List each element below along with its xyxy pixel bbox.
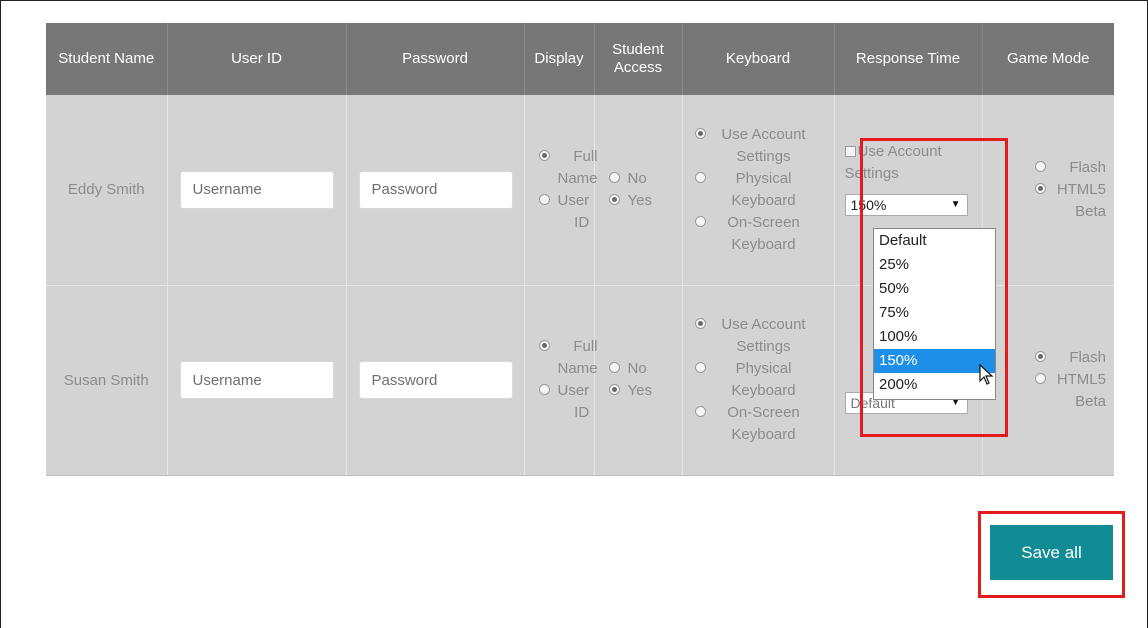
display-option-user-id[interactable]: User ID <box>538 380 590 424</box>
option-label: Physical Keyboard <box>731 360 796 399</box>
radio-button[interactable] <box>694 127 706 139</box>
use-account-checkbox[interactable] <box>844 146 856 157</box>
student-name: Susan Smith <box>46 285 168 476</box>
radio-button[interactable] <box>538 340 550 351</box>
header-user-id: User ID <box>167 23 347 95</box>
mouse-pointer-icon <box>979 363 995 391</box>
radio-button[interactable] <box>1035 351 1046 362</box>
response-time-dropdown-list: Default 25% 50% 75% 100% 150% 200% <box>873 228 996 400</box>
option-label: Flash <box>1069 349 1106 366</box>
radio-button[interactable] <box>538 384 550 395</box>
radio-button[interactable] <box>608 384 620 395</box>
radio-button[interactable] <box>694 215 706 227</box>
dropdown-option-75[interactable]: 75% <box>874 301 995 325</box>
header-password: Password <box>346 23 525 95</box>
radio-button[interactable] <box>608 193 620 205</box>
keyboard-option-physical[interactable]: Physical Keyboard <box>694 168 834 212</box>
student-name: Eddy Smith <box>46 95 168 286</box>
option-label: HTML5 Beta <box>1056 180 1106 220</box>
keyboard-option-onscreen[interactable]: On-Screen Keyboard <box>694 402 834 446</box>
display-option-full-name[interactable]: Full Name <box>538 146 598 190</box>
header-response-time: Response Time <box>834 23 983 95</box>
display-option-user-id[interactable]: User ID <box>538 190 590 234</box>
option-label: Yes <box>627 382 652 399</box>
dropdown-option-50[interactable]: 50% <box>874 277 995 301</box>
radio-button[interactable] <box>694 318 706 329</box>
option-label: HTML5 Beta <box>1056 371 1106 410</box>
option-label: User ID <box>557 382 590 421</box>
dropdown-option-100[interactable]: 100% <box>874 325 995 349</box>
keyboard-option-account[interactable]: Use Account Settings <box>694 124 834 168</box>
option-label: Use Account Settings <box>721 316 806 355</box>
use-account-checkbox-row[interactable]: Use Account <box>844 141 942 163</box>
keyboard-radio-group: Use Account Settings Physical Keyboard O… <box>683 124 834 256</box>
option-label: No <box>627 169 647 187</box>
dropdown-option-25[interactable]: 25% <box>874 253 995 277</box>
user-id-input[interactable] <box>179 361 334 399</box>
radio-button[interactable] <box>608 171 620 183</box>
access-option-no[interactable]: No <box>608 168 647 190</box>
radio-button[interactable] <box>1035 182 1046 194</box>
dropdown-arrow-icon: ▼ <box>950 199 961 210</box>
header-keyboard: Keyboard <box>682 23 835 95</box>
option-label: Full Name <box>557 338 598 377</box>
password-input[interactable] <box>358 170 513 209</box>
display-radio-group: Full Name User ID <box>525 146 598 234</box>
option-label: Full Name <box>557 147 598 187</box>
game-mode-option-html5[interactable]: HTML5 Beta <box>1035 369 1106 413</box>
option-label: No <box>627 360 647 377</box>
radio-button[interactable] <box>608 362 620 373</box>
keyboard-radio-group: Use Account Settings Physical Keyboard O… <box>683 314 834 446</box>
display-radio-group: Full Name User ID <box>525 336 598 424</box>
keyboard-option-onscreen[interactable]: On-Screen Keyboard <box>694 212 834 256</box>
header-row: Student Name User ID Password Display St… <box>46 23 1114 95</box>
option-label: Use Account Settings <box>721 125 806 165</box>
user-id-input[interactable] <box>179 170 334 209</box>
game-mode-radio-group: Flash HTML5 Beta <box>983 157 1115 223</box>
header-student-access: Student Access <box>594 23 683 95</box>
option-label: Yes <box>627 191 652 209</box>
radio-button[interactable] <box>1035 373 1046 384</box>
game-mode-option-flash[interactable]: Flash <box>1035 157 1106 179</box>
access-option-no[interactable]: No <box>608 358 647 380</box>
radio-button[interactable] <box>538 149 550 161</box>
game-mode-option-flash[interactable]: Flash <box>1035 347 1106 369</box>
option-label: User ID <box>557 191 590 231</box>
access-radio-group: No Yes <box>595 168 682 212</box>
keyboard-option-physical[interactable]: Physical Keyboard <box>694 358 834 402</box>
access-option-yes[interactable]: Yes <box>608 380 652 402</box>
dropdown-option-200[interactable]: 200% <box>874 373 995 397</box>
select-value: 150% <box>850 197 887 213</box>
option-label: On-Screen Keyboard <box>727 404 800 443</box>
game-mode-radio-group: Flash HTML5 Beta <box>983 347 1115 413</box>
radio-button[interactable] <box>694 406 706 417</box>
game-mode-option-html5[interactable]: HTML5 Beta <box>1035 179 1106 223</box>
keyboard-option-account[interactable]: Use Account Settings <box>694 314 834 358</box>
radio-button[interactable] <box>1035 160 1046 172</box>
access-option-yes[interactable]: Yes <box>608 190 652 212</box>
radio-button[interactable] <box>538 193 550 205</box>
option-label: On-Screen Keyboard <box>727 213 800 253</box>
display-option-full-name[interactable]: Full Name <box>538 336 598 380</box>
header-display: Display <box>524 23 595 95</box>
option-label: Flash <box>1069 158 1106 176</box>
response-time-select[interactable]: 150% ▼ <box>844 194 968 216</box>
use-account-label: Use Account <box>857 143 942 160</box>
radio-button[interactable] <box>694 362 706 373</box>
password-input[interactable] <box>358 361 513 399</box>
dropdown-option-150[interactable]: 150% <box>874 349 995 373</box>
dropdown-option-default[interactable]: Default <box>874 229 995 253</box>
option-label: Physical Keyboard <box>731 169 796 209</box>
header-game-mode: Game Mode <box>982 23 1114 95</box>
header-student-name: Student Name <box>46 23 168 95</box>
save-all-button[interactable]: Save all <box>990 525 1113 580</box>
settings-label: Settings <box>844 165 899 182</box>
access-radio-group: No Yes <box>595 358 682 402</box>
radio-button[interactable] <box>694 171 706 183</box>
